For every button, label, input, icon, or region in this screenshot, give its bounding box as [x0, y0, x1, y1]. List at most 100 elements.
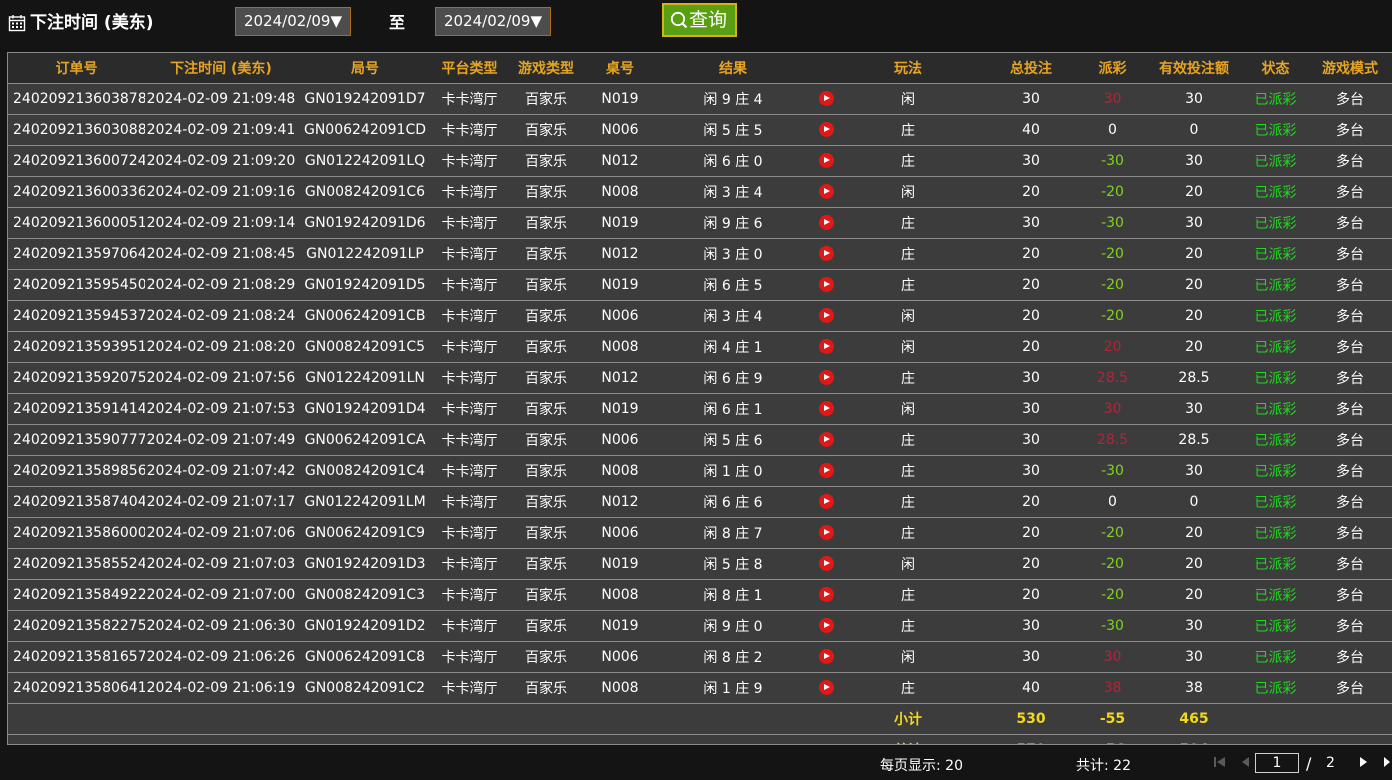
sum-filler-cell: [8, 734, 840, 744]
replay-cell: [812, 610, 840, 642]
bet-time-cell: 2024-02-09 21:09:14: [145, 207, 297, 239]
play-replay-icon[interactable]: [818, 91, 834, 106]
order-id-cell: 240209213580641: [8, 672, 145, 704]
platform-cell: 卡卡湾厅: [433, 641, 506, 673]
play-replay-icon[interactable]: [818, 463, 834, 478]
play-replay-icon[interactable]: [818, 246, 834, 261]
table-row: 240209213603088 2024-02-09 21:09:41 GN0062…: [8, 114, 1392, 146]
table-no-cell: N008: [586, 455, 654, 487]
status-cell: 已派彩: [1249, 548, 1302, 580]
bet-time-cell: 2024-02-09 21:09:16: [145, 176, 297, 208]
platform-cell: 卡卡湾厅: [433, 238, 506, 270]
status-cell: 已派彩: [1249, 269, 1302, 301]
table-row: 240209213590777 2024-02-09 21:07:49 GN0062…: [8, 424, 1392, 456]
last-page-icon[interactable]: [1384, 756, 1392, 768]
valid-bet-cell: 0: [1139, 486, 1249, 518]
platform-cell: 卡卡湾厅: [433, 517, 506, 549]
page-count: 2: [1326, 755, 1335, 771]
round-id-cell: GN012242091LM: [297, 486, 433, 518]
payout-cell: -20: [1086, 269, 1139, 301]
table-row: 240209213597064 2024-02-09 21:08:45 GN0122…: [8, 238, 1392, 270]
play-replay-icon[interactable]: [818, 339, 834, 354]
play-replay-icon[interactable]: [818, 401, 834, 416]
page-number-input[interactable]: [1255, 753, 1299, 773]
play-replay-icon[interactable]: [818, 184, 834, 199]
round-id-cell: GN008242091C3: [297, 579, 433, 611]
table-no-cell: N019: [586, 548, 654, 580]
first-page-icon[interactable]: [1213, 756, 1227, 768]
bet-type-cell: 庄: [840, 517, 976, 549]
table-no-cell: N019: [586, 269, 654, 301]
sum-valid-bet-cell: 504: [1139, 734, 1249, 744]
status-cell: 已派彩: [1249, 517, 1302, 549]
total-bet-cell: 20: [976, 269, 1086, 301]
table-no-cell: N019: [586, 207, 654, 239]
play-replay-icon[interactable]: [818, 680, 834, 695]
play-replay-icon[interactable]: [818, 618, 834, 633]
valid-bet-cell: 20: [1139, 238, 1249, 270]
valid-bet-cell: 20: [1139, 548, 1249, 580]
sum-label-cell: 总计: [840, 734, 976, 744]
play-replay-icon[interactable]: [818, 525, 834, 540]
round-id-cell: GN019242091D5: [297, 269, 433, 301]
replay-cell: [812, 207, 840, 239]
date-to-select[interactable]: 2024/02/09▼: [435, 7, 551, 36]
result-cell: 闲 6 庄 6: [654, 486, 812, 518]
bet-time-filter-label: 下注时间 (美东): [30, 13, 154, 33]
replay-cell: [812, 300, 840, 332]
col-header-game-mode: 游戏模式: [1302, 52, 1392, 84]
game-mode-cell: 多台: [1302, 300, 1392, 332]
result-cell: 闲 8 庄 7: [654, 517, 812, 549]
payout-cell: 0: [1086, 486, 1139, 518]
play-replay-icon[interactable]: [818, 587, 834, 602]
result-cell: 闲 5 庄 5: [654, 114, 812, 146]
col-header-result: 结果: [654, 52, 812, 84]
prev-page-icon[interactable]: [1241, 756, 1251, 768]
payout-cell: 30: [1086, 393, 1139, 425]
play-replay-icon[interactable]: [818, 215, 834, 230]
round-id-cell: GN008242091C2: [297, 672, 433, 704]
date-from-select[interactable]: 2024/02/09▼: [235, 7, 351, 36]
bet-time-cell: 2024-02-09 21:07:42: [145, 455, 297, 487]
table-no-cell: N006: [586, 517, 654, 549]
play-replay-icon[interactable]: [818, 494, 834, 509]
search-icon: [670, 11, 688, 29]
bet-time-cell: 2024-02-09 21:07:53: [145, 393, 297, 425]
bet-type-cell: 庄: [840, 672, 976, 704]
query-button[interactable]: 查询: [662, 3, 737, 37]
replay-cell: [812, 486, 840, 518]
round-id-cell: GN019242091D7: [297, 83, 433, 115]
bet-time-cell: 2024-02-09 21:08:45: [145, 238, 297, 270]
table-no-cell: N008: [586, 176, 654, 208]
round-id-cell: GN006242091CA: [297, 424, 433, 456]
platform-cell: 卡卡湾厅: [433, 176, 506, 208]
play-replay-icon[interactable]: [818, 153, 834, 168]
play-replay-icon[interactable]: [818, 649, 834, 664]
next-page-icon[interactable]: [1358, 756, 1368, 768]
play-replay-icon[interactable]: [818, 370, 834, 385]
play-replay-icon[interactable]: [818, 308, 834, 323]
replay-cell: [812, 269, 840, 301]
total-bet-cell: 30: [976, 207, 1086, 239]
bet-time-cell: 2024-02-09 21:08:29: [145, 269, 297, 301]
play-replay-icon[interactable]: [818, 556, 834, 571]
total-bet-cell: 20: [976, 238, 1086, 270]
total-bet-cell: 20: [976, 486, 1086, 518]
play-replay-icon[interactable]: [818, 277, 834, 292]
replay-cell: [812, 83, 840, 115]
result-cell: 闲 6 庄 0: [654, 145, 812, 177]
table-row: 240209213600724 2024-02-09 21:09:20 GN0122…: [8, 145, 1392, 177]
valid-bet-cell: 28.5: [1139, 362, 1249, 394]
bet-time-cell: 2024-02-09 21:09:48: [145, 83, 297, 115]
play-replay-icon[interactable]: [818, 432, 834, 447]
round-id-cell: GN008242091C4: [297, 455, 433, 487]
total-bet-cell: 30: [976, 610, 1086, 642]
bet-time-cell: 2024-02-09 21:09:41: [145, 114, 297, 146]
bet-type-cell: 庄: [840, 610, 976, 642]
bet-type-cell: 庄: [840, 114, 976, 146]
bet-type-cell: 闲: [840, 548, 976, 580]
play-replay-icon[interactable]: [818, 122, 834, 137]
payout-cell: -20: [1086, 176, 1139, 208]
platform-cell: 卡卡湾厅: [433, 207, 506, 239]
valid-bet-cell: 30: [1139, 393, 1249, 425]
